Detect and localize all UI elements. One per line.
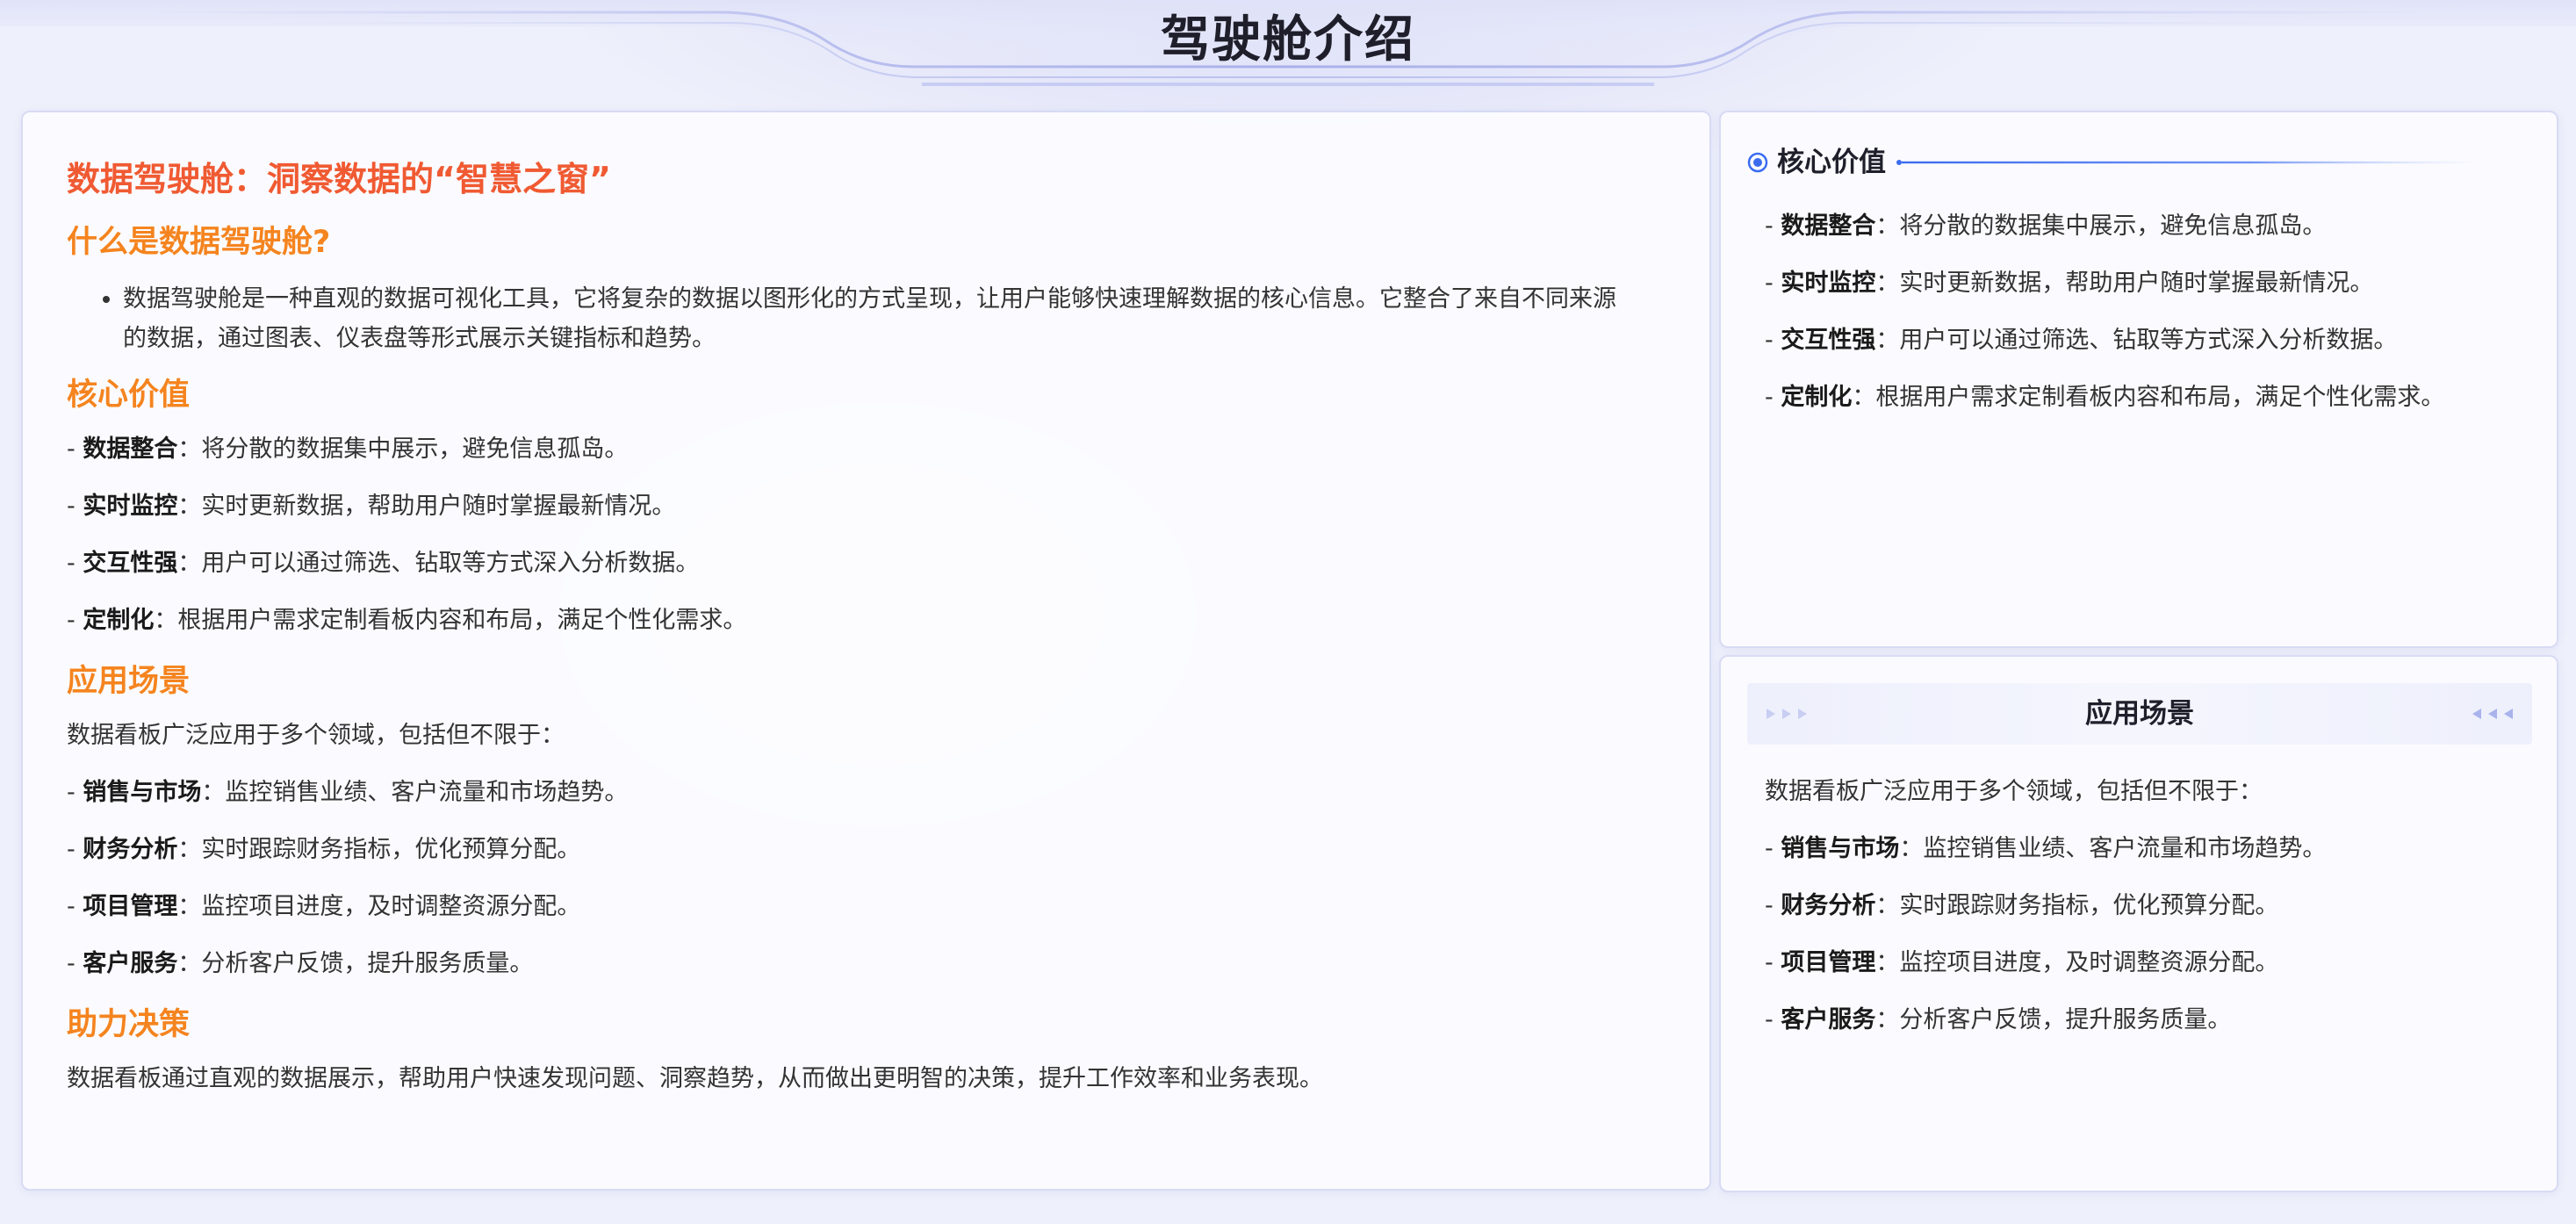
- item-text: ：分析客户反馈，提升服务质量。: [1875, 1006, 2232, 1033]
- list-item: - 客户服务：分析客户反馈，提升服务质量。: [1765, 1006, 2232, 1033]
- list-item: - 实时监控：实时更新数据，帮助用户随时掌握最新情况。: [67, 493, 676, 520]
- item-label: 项目管理: [1781, 949, 1876, 976]
- list-item: - 客户服务：分析客户反馈，提升服务质量。: [67, 950, 534, 977]
- item-label: 交互性强: [1781, 327, 1876, 354]
- item-text: ：实时跟踪财务指标，优化预算分配。: [1875, 892, 2279, 919]
- item-label: 实时监控: [83, 493, 178, 520]
- core-value-heading: 核心价值: [67, 378, 191, 413]
- item-text: ：监控销售业绩、客户流量和市场趋势。: [1899, 835, 2327, 862]
- item-label: 数据整合: [83, 436, 178, 463]
- card-heading: 核心价值: [1747, 144, 1886, 181]
- item-text: ：实时跟踪财务指标，优化预算分配。: [177, 836, 581, 863]
- card-header: 应用场景: [1747, 683, 2532, 745]
- item-text: ：监控销售业绩、客户流量和市场趋势。: [201, 779, 629, 806]
- item-text: ：实时更新数据，帮助用户随时掌握最新情况。: [177, 493, 676, 520]
- list-item: - 数据整合：将分散的数据集中展示，避免信息孤岛。: [1765, 212, 2327, 240]
- item-text: ：用户可以通过筛选、钻取等方式深入分析数据。: [177, 550, 700, 577]
- heading-underline: [1896, 160, 2485, 165]
- item-text: ：监控项目进度，及时调整资源分配。: [1875, 949, 2279, 976]
- item-text: ：根据用户需求定制看板内容和布局，满足个性化需求。: [1852, 384, 2445, 411]
- card-title: 核心价值: [1777, 147, 1886, 178]
- item-label: 客户服务: [1781, 1006, 1876, 1033]
- what-is-heading: 什么是数据驾驶舱?: [67, 225, 331, 260]
- scenario-card: 应用场景 数据看板广泛应用于多个领域，包括但不限于： - 销售与市场：监控销售业…: [1719, 655, 2558, 1192]
- scenario-intro: 数据看板广泛应用于多个领域，包括但不限于：: [1765, 778, 2263, 805]
- main-content-panel: 数据驾驶舱：洞察数据的“智慧之窗” 什么是数据驾驶舱? 数据驾驶舱是一种直观的数…: [21, 111, 1711, 1191]
- item-text: ：实时更新数据，帮助用户随时掌握最新情况。: [1875, 270, 2374, 297]
- decision-heading: 助力决策: [67, 1007, 191, 1042]
- list-item: - 交互性强：用户可以通过筛选、钻取等方式深入分析数据。: [1765, 327, 2398, 354]
- what-is-list: 数据驾驶舱是一种直观的数据可视化工具，它将复杂的数据以图形化的方式呈现，让用户能…: [67, 279, 1666, 358]
- page-header: 驾驶舱介绍: [0, 0, 2576, 97]
- item-label: 财务分析: [83, 836, 178, 863]
- document-title: 数据驾驶舱：洞察数据的“智慧之窗”: [67, 160, 611, 198]
- item-label: 定制化: [83, 607, 155, 634]
- core-value-list: - 数据整合：将分散的数据集中展示，避免信息孤岛。 - 实时监控：实时更新数据，…: [1765, 209, 2537, 437]
- list-item: - 财务分析：实时跟踪财务指标，优化预算分配。: [1765, 892, 2279, 919]
- list-item: - 项目管理：监控项目进度，及时调整资源分配。: [67, 893, 581, 920]
- list-item: - 交互性强：用户可以通过筛选、钻取等方式深入分析数据。: [67, 550, 700, 577]
- scenario-list: 数据看板广泛应用于多个领域，包括但不限于： - 销售与市场：监控销售业绩、客户流…: [1765, 774, 2537, 1060]
- item-label: 实时监控: [1781, 270, 1876, 297]
- item-text: ：用户可以通过筛选、钻取等方式深入分析数据。: [1875, 327, 2398, 354]
- item-label: 定制化: [1781, 384, 1853, 411]
- item-text: ：将分散的数据集中展示，避免信息孤岛。: [1875, 212, 2327, 240]
- target-icon: [1747, 152, 1768, 173]
- card-title: 应用场景: [2085, 698, 2194, 730]
- decision-text: 数据看板通过直观的数据展示，帮助用户快速发现问题、洞察趋势，从而做出更明智的决策…: [67, 1065, 1323, 1092]
- list-item: - 销售与市场：监控销售业绩、客户流量和市场趋势。: [1765, 835, 2327, 862]
- list-item: - 定制化：根据用户需求定制看板内容和布局，满足个性化需求。: [67, 607, 747, 634]
- page-title: 驾驶舱介绍: [1161, 11, 1415, 68]
- list-item: - 数据整合：将分散的数据集中展示，避免信息孤岛。: [67, 436, 629, 463]
- triple-chevron-left-icon: [2472, 709, 2513, 719]
- list-item: - 实时监控：实时更新数据，帮助用户随时掌握最新情况。: [1765, 270, 2374, 297]
- core-value-card: 核心价值 - 数据整合：将分散的数据集中展示，避免信息孤岛。 - 实时监控：实时…: [1719, 111, 2558, 648]
- list-item: - 财务分析：实时跟踪财务指标，优化预算分配。: [67, 836, 581, 863]
- item-label: 财务分析: [1781, 892, 1876, 919]
- list-item: 数据驾驶舱是一种直观的数据可视化工具，它将复杂的数据以图形化的方式呈现，让用户能…: [123, 279, 1666, 358]
- item-label: 客户服务: [83, 950, 178, 977]
- item-label: 销售与市场: [83, 779, 202, 806]
- item-label: 销售与市场: [1781, 835, 1900, 862]
- scenario-heading: 应用场景: [67, 664, 191, 699]
- scenario-intro: 数据看板广泛应用于多个领域，包括但不限于：: [67, 722, 565, 749]
- item-label: 交互性强: [83, 550, 178, 577]
- item-label: 数据整合: [1781, 212, 1876, 240]
- list-item: - 定制化：根据用户需求定制看板内容和布局，满足个性化需求。: [1765, 384, 2445, 411]
- list-item: - 销售与市场：监控销售业绩、客户流量和市场趋势。: [67, 779, 629, 806]
- list-item: - 项目管理：监控项目进度，及时调整资源分配。: [1765, 949, 2279, 976]
- item-text: ：分析客户反馈，提升服务质量。: [177, 950, 534, 977]
- item-text: ：根据用户需求定制看板内容和布局，满足个性化需求。: [154, 607, 747, 634]
- item-text: ：监控项目进度，及时调整资源分配。: [177, 893, 581, 920]
- item-text: ：将分散的数据集中展示，避免信息孤岛。: [177, 436, 629, 463]
- item-label: 项目管理: [83, 893, 178, 920]
